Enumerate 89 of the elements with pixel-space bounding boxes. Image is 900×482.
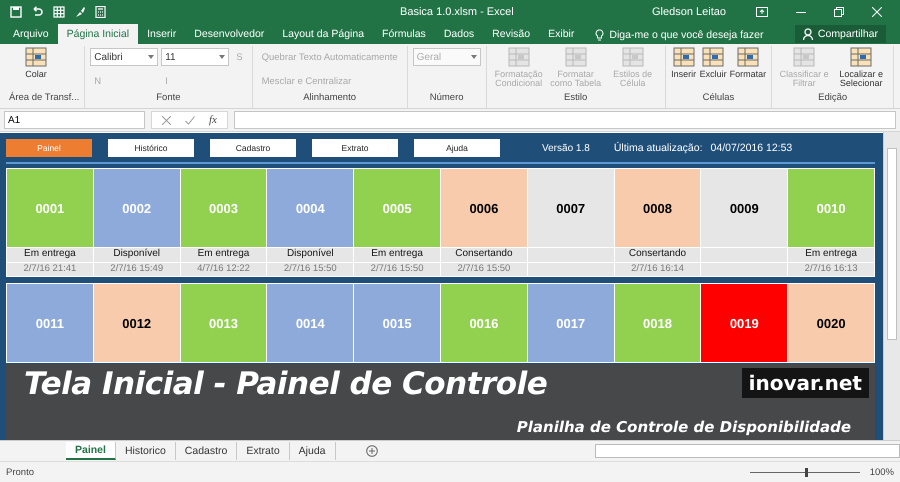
vehicle-tile[interactable]: 0020 [788, 284, 874, 362]
status-cell: Consertando [441, 248, 527, 262]
formula-input[interactable] [234, 111, 896, 129]
ribbon-command[interactable]: Formatar [730, 46, 766, 92]
status-cell: Em entrega [180, 248, 266, 262]
sheet-tab[interactable]: Cadastro [176, 442, 238, 460]
ribbon-group-label: Edição [817, 92, 848, 103]
nav-button[interactable]: Histórico [108, 139, 194, 157]
nav-button[interactable]: Cadastro [210, 139, 296, 157]
check-icon[interactable] [185, 116, 195, 124]
version-label: Versão 1.8 [542, 142, 590, 154]
person-icon [802, 28, 814, 40]
status-cell: Consertando [614, 248, 700, 262]
date-cell: 4/7/16 12:22 [180, 263, 266, 276]
sheet-tab[interactable]: Historico [116, 442, 176, 460]
vertical-scrollbar[interactable] [883, 132, 900, 440]
ribbon-display-icon[interactable] [756, 7, 768, 17]
vehicle-tile[interactable]: 0007 [528, 169, 614, 247]
lightbulb-icon [595, 29, 604, 41]
ribbon-dropdown-field[interactable]: 11 [161, 48, 230, 66]
date-cell: 2/7/16 16:14 [614, 263, 700, 276]
status-cell: Em entrega [788, 248, 874, 262]
caret-icon [148, 55, 154, 59]
date-cell: 2/7/16 15:50 [441, 263, 527, 276]
sheet-tab[interactable]: Extrato [237, 442, 290, 460]
ribbon-group-label: Área de Transf... [9, 92, 80, 103]
add-sheet-icon[interactable] [366, 445, 378, 457]
nav-button[interactable]: Ajuda [414, 139, 500, 157]
zoom-level[interactable]: 100% [870, 466, 894, 478]
date-cell: 2/7/16 15:50 [354, 263, 440, 276]
ribbon-group-label: Alinhamento [302, 92, 358, 103]
vehicle-tile[interactable]: 0012 [94, 284, 180, 362]
nav-button[interactable]: Extrato [312, 139, 398, 157]
date-cell: 2/7/16 15:50 [267, 263, 354, 276]
user-name[interactable]: Gledson Leitao [652, 6, 726, 18]
status-cell: Em entrega [7, 248, 93, 262]
ribbon-tab[interactable]: Revisão [483, 24, 540, 44]
sheet-tab[interactable]: Painel [66, 442, 116, 460]
vehicle-tile[interactable]: 0006 [441, 169, 527, 247]
ribbon-tab[interactable]: Inserir [138, 24, 186, 44]
grid-icon[interactable] [53, 6, 65, 18]
ribbon-command[interactable]: Colar [9, 46, 63, 92]
calculator-icon[interactable] [95, 6, 106, 18]
undo-icon[interactable] [31, 6, 44, 18]
window-title: Basica 1.0.xlsm - Excel [400, 6, 515, 18]
ribbon-dropdown-field[interactable]: Calibri [90, 48, 158, 66]
sheet-tab[interactable]: Ajuda [290, 442, 336, 460]
horizontal-scrollbar[interactable] [595, 444, 900, 458]
date-cell: 2/7/16 16:13 [788, 263, 874, 276]
site-label: inovar.net [742, 368, 869, 398]
share-button[interactable]: Compartilhar [794, 25, 886, 43]
status-cell: Disponível [94, 248, 180, 262]
vehicle-tile[interactable]: 0008 [614, 169, 700, 247]
ribbon-tab[interactable]: Fórmulas [373, 24, 435, 44]
caret-icon [219, 55, 226, 59]
status-cell: Disponível [267, 248, 354, 262]
ribbon-group-label: Células [702, 92, 736, 103]
close-icon[interactable] [872, 7, 882, 17]
insert-function-button[interactable]: fx [209, 114, 217, 126]
save-icon[interactable] [10, 6, 22, 18]
name-box[interactable]: A1 [4, 111, 145, 129]
ribbon-tab[interactable]: Desenvolvedor [185, 24, 274, 44]
last-update-label: Última atualização: [614, 142, 703, 154]
ribbon-tab[interactable]: Exibir [539, 24, 584, 44]
banner-title: Tela Inicial - Painel de Controle [24, 366, 548, 402]
vehicle-tile[interactable]: 0019 [701, 284, 788, 362]
ribbon-group-label: Fonte [155, 92, 182, 103]
date-cell: 2/7/16 15:49 [94, 263, 180, 276]
ribbon-tab[interactable]: Dados [434, 24, 484, 44]
ribbon-tab[interactable]: Arquivo [4, 24, 58, 44]
caret-icon [470, 55, 477, 59]
tell-me-field[interactable]: Diga-me o que você deseja fazer [583, 29, 795, 44]
ribbon-command[interactable]: Excluir [700, 46, 727, 92]
ribbon-group-label: Número [428, 92, 465, 103]
date-cell: 2/7/16 21:41 [7, 263, 93, 276]
cancel-icon[interactable] [162, 116, 171, 124]
status-cell: Em entrega [354, 248, 440, 262]
ribbon-group-label: Estilo [563, 92, 588, 103]
brush-icon[interactable] [74, 6, 86, 18]
ribbon-tab[interactable]: Página Inicial [58, 24, 138, 44]
last-update-value: 04/07/2016 12:53 [710, 142, 792, 154]
ribbon-tab[interactable]: Layout da Página [273, 24, 374, 44]
zoom-slider-thumb[interactable] [804, 468, 808, 476]
restore-icon[interactable] [834, 7, 844, 17]
ribbon-command[interactable]: Localizar e Selecionar [834, 46, 888, 92]
vehicle-tile[interactable]: 0009 [701, 169, 788, 247]
banner-subtitle: Planilha de Controle de Disponibilidade [516, 418, 851, 436]
ribbon-command[interactable]: Inserir [670, 46, 697, 92]
status-text: Pronto [6, 466, 34, 478]
